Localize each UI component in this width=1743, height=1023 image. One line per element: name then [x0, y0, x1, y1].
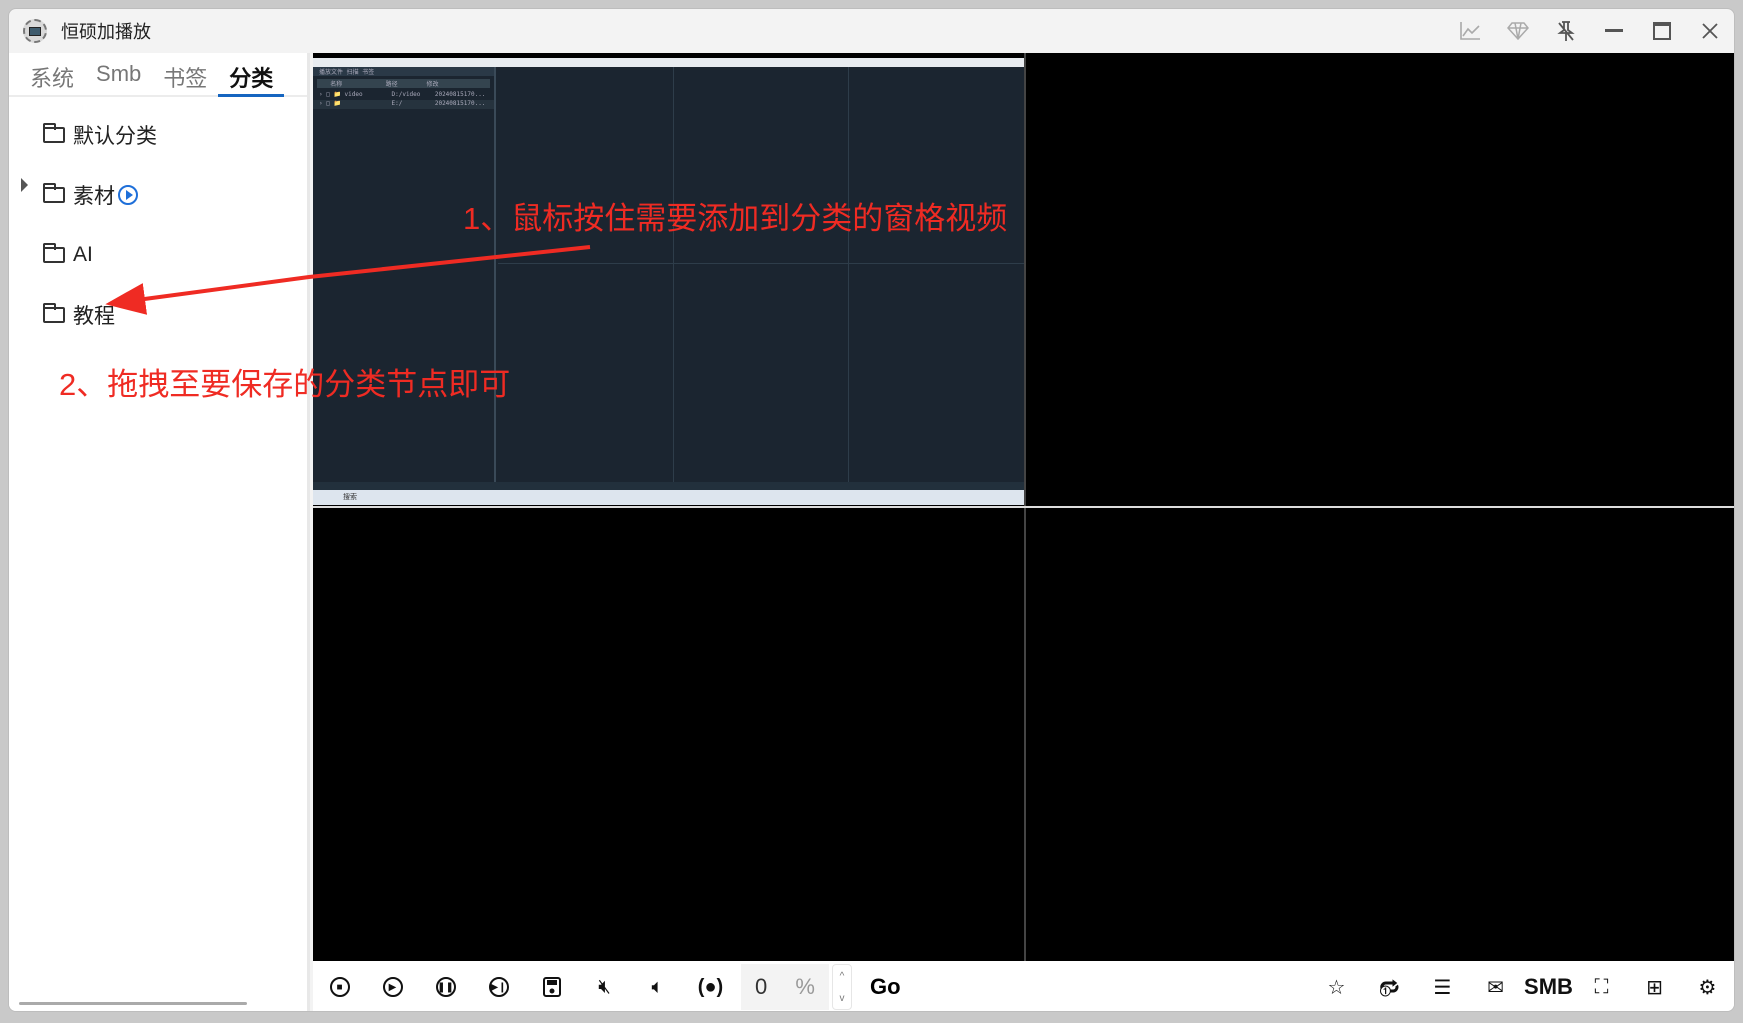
annotation-step2: 2、拖拽至要保存的分类节点即可	[59, 367, 511, 402]
annotation-step1: 1、鼠标按住需要添加到分类的窗格视频	[463, 201, 1008, 236]
app-window: 恒硕加播放 系统 Smb 书签 分类 默认分类 素材 AI 教程 播放文件 扫描…	[8, 8, 1735, 1012]
annotation-arrow	[105, 245, 591, 315]
